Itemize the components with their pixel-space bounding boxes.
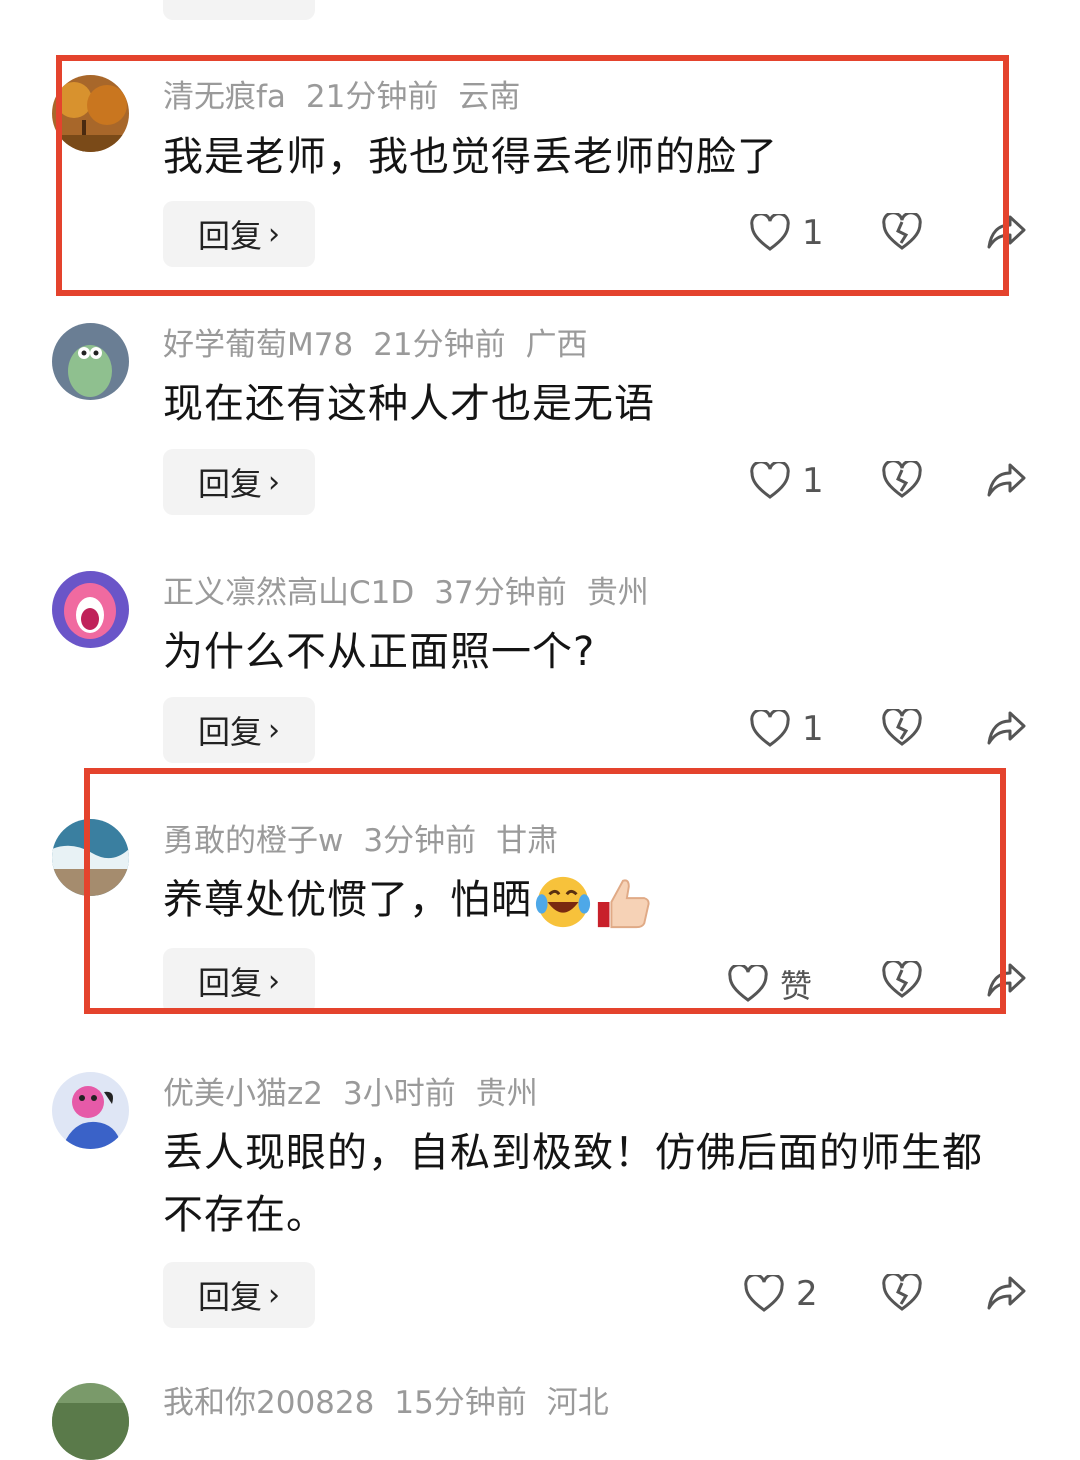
comment-text: 为什么不从正面照一个?: [163, 629, 596, 675]
location: 河北: [546, 1385, 609, 1421]
timestamp: 21分钟前: [373, 327, 506, 363]
share-arrow-icon[interactable]: [986, 709, 1028, 747]
highlight-box: [84, 768, 1006, 1014]
heart-outline-icon[interactable]: [752, 0, 792, 4]
location: 广西: [525, 327, 588, 363]
username[interactable]: 好学葡萄M78: [163, 327, 353, 363]
broken-heart-icon[interactable]: [884, 0, 924, 4]
avatar[interactable]: [52, 1383, 129, 1460]
location: 贵州: [586, 575, 649, 611]
comment-text: 丢人现眼的，自私到极致！仿佛后面的师生都不存在。: [163, 1130, 983, 1238]
comment-text: 现在还有这种人才也是无语: [163, 381, 655, 427]
share-arrow-icon[interactable]: [988, 0, 1028, 4]
share-arrow-icon[interactable]: [986, 461, 1028, 499]
avatar[interactable]: [52, 323, 129, 400]
location: 贵州: [475, 1076, 538, 1112]
comment-meta: 优美小猫z2 3小时前 贵州: [163, 1074, 558, 1114]
comment-meta: 好学葡萄M78 21分钟前 广西: [163, 325, 608, 365]
heart-outline-icon: [750, 462, 790, 499]
like-button[interactable]: 1: [750, 461, 824, 501]
username[interactable]: 优美小猫z2: [163, 1076, 323, 1112]
avatar[interactable]: [52, 571, 129, 648]
heart-outline-icon: [750, 710, 790, 747]
avatar[interactable]: [52, 1072, 129, 1149]
username[interactable]: 我和你200828: [163, 1385, 374, 1421]
broken-heart-icon[interactable]: [882, 461, 922, 499]
reply-button-partial[interactable]: [163, 0, 315, 20]
highlight-box: [56, 55, 1009, 296]
timestamp: 37分钟前: [434, 575, 567, 611]
broken-heart-icon[interactable]: [882, 709, 922, 747]
like-button[interactable]: 1: [750, 709, 824, 749]
comment-meta: 正义凛然高山C1D 37分钟前 贵州: [163, 573, 669, 613]
like-count: 1: [802, 461, 824, 501]
share-arrow-icon[interactable]: [986, 1274, 1028, 1312]
comment-meta: 我和你200828 15分钟前 河北: [163, 1383, 629, 1423]
like-count: 2: [796, 1274, 818, 1314]
heart-outline-icon: [744, 1275, 784, 1312]
timestamp: 15分钟前: [394, 1385, 527, 1421]
broken-heart-icon[interactable]: [882, 1274, 922, 1312]
like-button[interactable]: 2: [744, 1274, 818, 1314]
timestamp: 3小时前: [343, 1076, 456, 1112]
username[interactable]: 正义凛然高山C1D: [163, 575, 414, 611]
like-count: 1: [802, 709, 824, 749]
